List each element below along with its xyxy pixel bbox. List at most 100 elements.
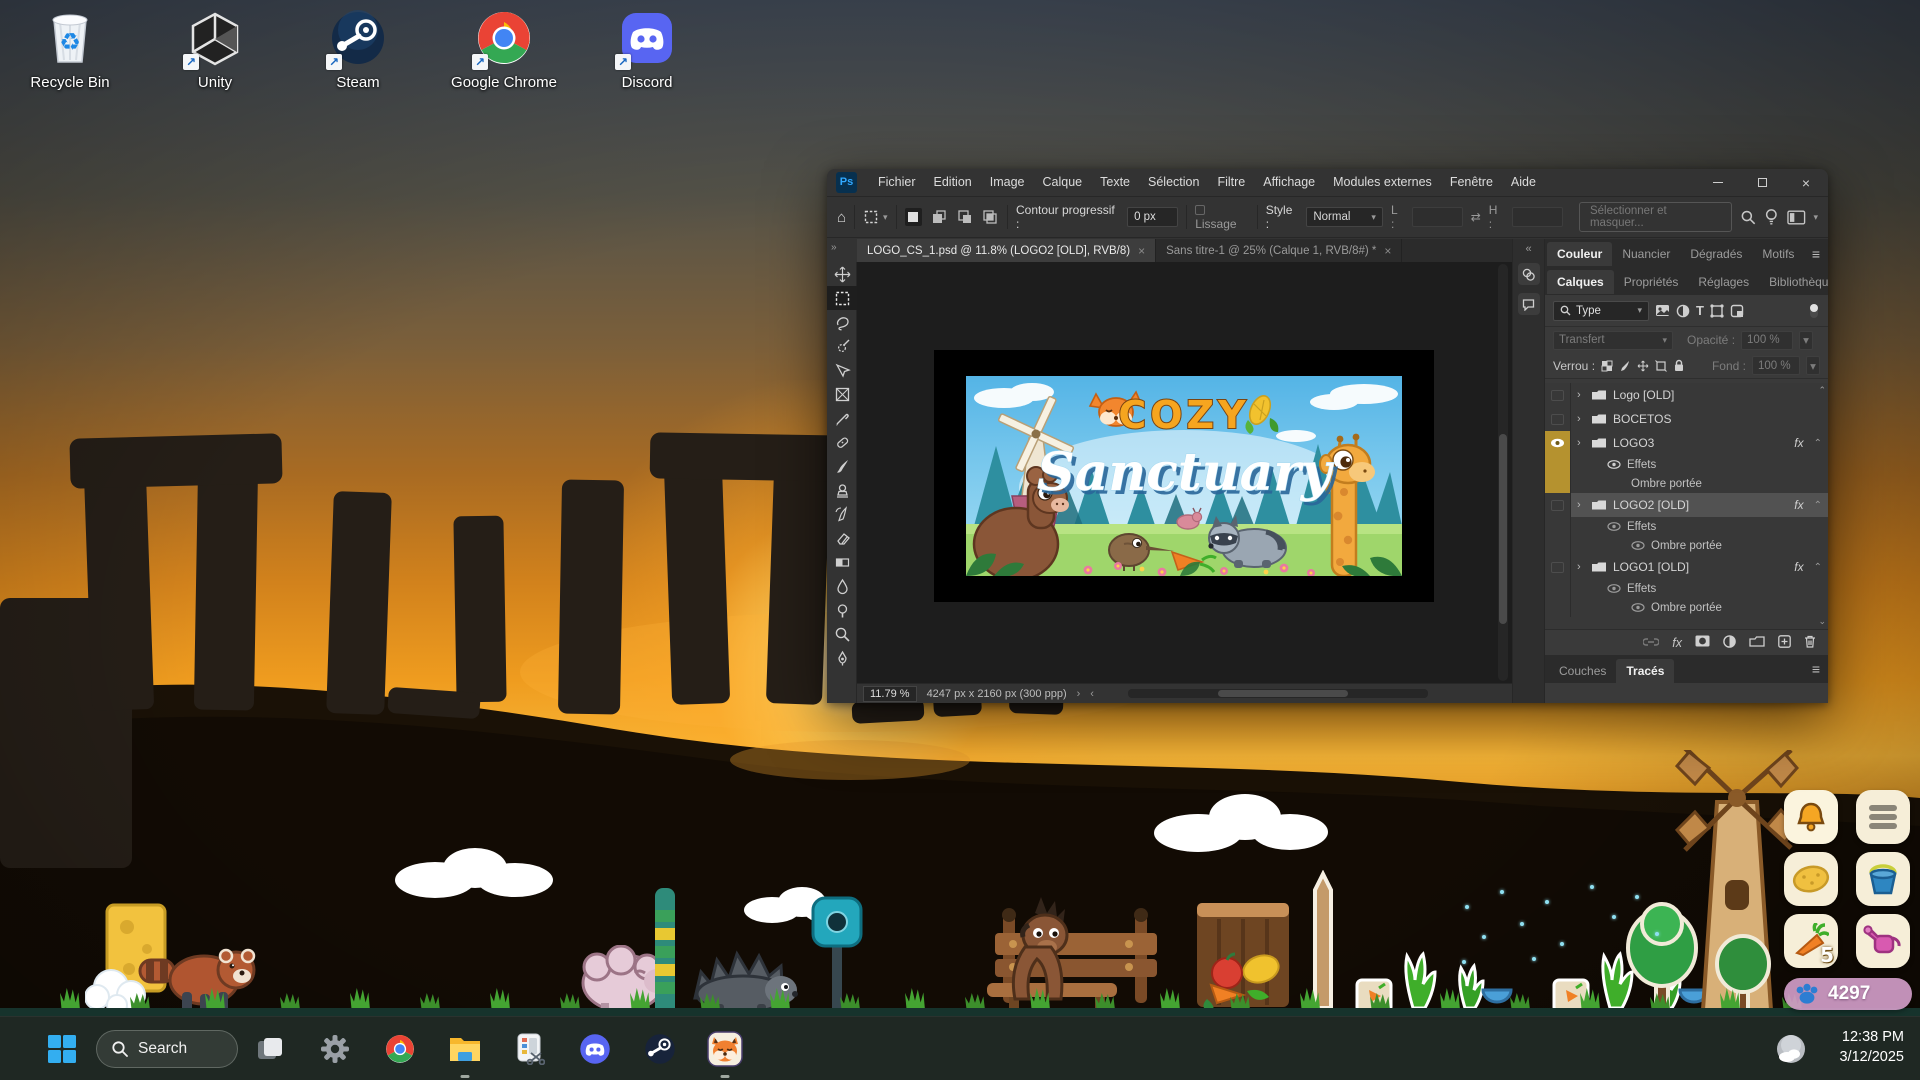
eyedropper-tool[interactable] <box>827 406 857 430</box>
style-dropdown[interactable]: Normal ▾ <box>1306 207 1383 227</box>
lock-all-icon[interactable] <box>1673 359 1685 372</box>
layer-row[interactable]: › Logo [OLD] <box>1545 383 1828 407</box>
clone-stamp-tool[interactable] <box>827 478 857 502</box>
opacity-dropdown-icon[interactable]: ▾ <box>1799 331 1813 350</box>
filter-adjustment-icon[interactable] <box>1676 304 1690 318</box>
close-icon[interactable]: × <box>1138 244 1145 258</box>
expand-icon[interactable]: › <box>1577 561 1585 573</box>
panel-tab[interactable]: Motifs <box>1752 242 1804 266</box>
eye-icon[interactable] <box>1631 603 1645 612</box>
layers-scrollbar[interactable]: ⌃ ⌄ <box>1817 385 1826 627</box>
menu-item[interactable]: Sélection <box>1139 169 1208 196</box>
layer-row-selected[interactable]: › LOGO2 [OLD] fx ⌃ <box>1545 493 1828 517</box>
task-view-button[interactable] <box>248 1027 292 1071</box>
layer-effects-row[interactable]: Effets <box>1545 455 1828 474</box>
new-group-icon[interactable] <box>1749 636 1765 650</box>
cozy-sanctuary-button[interactable] <box>703 1027 747 1071</box>
layer-effects-row[interactable]: Effets <box>1545 517 1828 536</box>
desktop-icon-discord[interactable]: ↗ Discord <box>592 8 702 91</box>
height-input[interactable] <box>1512 207 1563 227</box>
panel-tab[interactable]: Bibliothèques <box>1759 270 1828 294</box>
link-layers-icon[interactable] <box>1643 636 1659 650</box>
home-icon[interactable]: ⌂ <box>837 209 846 226</box>
desktop-icon-recycle-bin[interactable]: ♻ Recycle Bin <box>15 8 125 91</box>
menu-item[interactable]: Texte <box>1091 169 1139 196</box>
move-tool[interactable] <box>827 262 857 286</box>
document-tab[interactable]: Sans titre-1 @ 25% (Calque 1, RVB/8#) * … <box>1156 239 1402 262</box>
expand-icon[interactable]: › <box>1577 499 1585 511</box>
comment-panel-icon[interactable] <box>1518 293 1540 315</box>
clock[interactable]: 12:38 PM 3/12/2025 <box>1839 1027 1904 1067</box>
menu-item[interactable]: Image <box>981 169 1034 196</box>
marquee-tool[interactable] <box>827 286 857 310</box>
menu-item[interactable]: Edition <box>925 169 981 196</box>
layer-effect-item-row[interactable]: Ombre portée <box>1545 536 1828 555</box>
visibility-toggle[interactable] <box>1545 407 1571 431</box>
snipping-tool-button[interactable] <box>508 1027 552 1071</box>
sponge-button[interactable] <box>1784 852 1838 906</box>
steam-button[interactable] <box>638 1027 682 1071</box>
status-next-icon[interactable]: › <box>1077 688 1081 700</box>
tool-preset-dropdown[interactable]: ▾ <box>863 209 888 225</box>
carrot-button[interactable]: 5 <box>1784 914 1838 968</box>
menu-item[interactable]: Fichier <box>869 169 925 196</box>
add-layer-style-icon[interactable]: fx <box>1672 636 1682 650</box>
lock-artboard-icon[interactable] <box>1655 360 1667 372</box>
layer-effects-row[interactable]: Effets <box>1545 579 1828 598</box>
layer-effect-item-row[interactable]: Ombre portée <box>1545 598 1828 617</box>
start-button[interactable] <box>38 1030 86 1068</box>
desktop-icon-unity[interactable]: ↗ Unity <box>160 8 270 91</box>
fx-badge[interactable]: fx <box>1794 560 1803 574</box>
panel-tab[interactable]: Couleur <box>1547 242 1612 266</box>
blur-tool[interactable] <box>827 574 857 598</box>
bell-button[interactable] <box>1784 790 1838 844</box>
fx-badge[interactable]: fx <box>1794 436 1803 450</box>
menu-item[interactable]: Fenêtre <box>1441 169 1502 196</box>
menu-item[interactable]: Calque <box>1034 169 1092 196</box>
expand-panels-icon[interactable]: « <box>1513 243 1544 255</box>
canvas-horizontal-scrollbar[interactable] <box>1128 689 1428 698</box>
add-layer-mask-icon[interactable] <box>1695 635 1710 650</box>
minimize-button[interactable] <box>1696 169 1740 196</box>
zoom-level-field[interactable]: 11.79 % <box>863 686 917 702</box>
status-prev-icon[interactable]: ‹ <box>1090 688 1094 700</box>
filter-toggle-switch[interactable] <box>1808 302 1820 320</box>
filter-type-icon[interactable]: T <box>1696 303 1704 318</box>
paw-counter[interactable]: 4297 <box>1784 978 1912 1010</box>
fx-badge[interactable]: fx <box>1794 498 1803 512</box>
filter-smart-object-icon[interactable] <box>1730 304 1744 318</box>
panel-tab[interactable]: Dégradés <box>1680 242 1752 266</box>
width-input[interactable] <box>1412 207 1463 227</box>
visibility-toggle[interactable] <box>1545 555 1571 579</box>
search-box[interactable]: Search <box>96 1030 238 1068</box>
layer-row[interactable]: › LOGO3 fx ⌃ <box>1545 431 1828 455</box>
lock-transparency-icon[interactable] <box>1601 360 1613 372</box>
new-layer-icon[interactable] <box>1778 635 1791 651</box>
eye-icon[interactable] <box>1631 541 1645 550</box>
frame-tool[interactable] <box>827 382 857 406</box>
feather-input[interactable]: 0 px <box>1127 207 1178 227</box>
history-brush-tool[interactable] <box>827 502 857 526</box>
delete-layer-icon[interactable] <box>1804 635 1816 651</box>
eraser-tool[interactable] <box>827 526 857 550</box>
layer-row[interactable]: › BOCETOS <box>1545 407 1828 431</box>
blend-mode-dropdown[interactable]: Transfert ▾ <box>1553 331 1673 350</box>
expand-icon[interactable]: › <box>1577 413 1585 425</box>
canvas-area[interactable]: COZY Sanctuary Sanctuary <box>857 262 1512 683</box>
panel-tab[interactable]: Nuancier <box>1612 242 1680 266</box>
visibility-toggle[interactable] <box>1545 431 1571 455</box>
swap-dimensions-icon[interactable]: ⇄ <box>1471 210 1481 224</box>
expand-icon[interactable]: › <box>1577 389 1585 401</box>
panel-tab[interactable]: Réglages <box>1688 270 1759 294</box>
chrome-button[interactable] <box>378 1027 422 1071</box>
pen-tool[interactable] <box>827 646 857 670</box>
desktop-icon-chrome[interactable]: ↗ Google Chrome <box>449 8 559 91</box>
close-icon[interactable]: × <box>1384 244 1391 258</box>
zoom-tool[interactable] <box>827 622 857 646</box>
eye-icon[interactable] <box>1607 584 1621 593</box>
watering-can-button[interactable] <box>1856 914 1910 968</box>
panel-menu-icon[interactable]: ≡ <box>1812 661 1820 677</box>
panel-menu-icon[interactable]: ≡ <box>1812 242 1820 266</box>
search-icon[interactable] <box>1740 209 1757 226</box>
file-explorer-button[interactable] <box>443 1027 487 1071</box>
